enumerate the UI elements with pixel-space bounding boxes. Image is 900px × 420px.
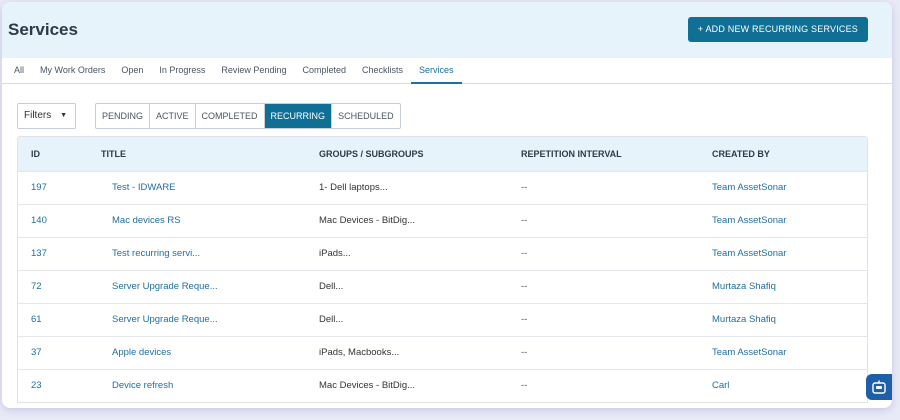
column-header-title[interactable]: TITLE bbox=[101, 137, 126, 171]
row-title-link[interactable]: Test - IDWARE bbox=[112, 172, 176, 204]
add-recurring-service-button[interactable]: + ADD NEW RECURRING SERVICES bbox=[687, 17, 868, 42]
tab-open[interactable]: Open bbox=[113, 58, 151, 83]
tab-in-progress[interactable]: In Progress bbox=[151, 58, 213, 83]
row-created-by-link[interactable]: Murtaza Shafiq bbox=[712, 304, 776, 336]
chat-bot-icon bbox=[872, 380, 886, 394]
table-row[interactable]: 61 Server Upgrade Reque... Dell... -- Murtaz… bbox=[18, 303, 867, 336]
row-title-link[interactable]: Mac devices RS bbox=[112, 205, 181, 237]
table-row[interactable]: 137 Test recurring servi... iPads... -- Team… bbox=[18, 237, 867, 270]
row-title-link[interactable]: Apple devices bbox=[112, 337, 171, 369]
segment-pending[interactable]: PENDING bbox=[96, 104, 151, 128]
row-created-by-link[interactable]: Team AssetSonar bbox=[712, 238, 786, 270]
page-header: Services + ADD NEW RECURRING SERVICES bbox=[2, 2, 892, 58]
row-created-by-link[interactable]: Murtaza Shafiq bbox=[712, 271, 776, 303]
row-repetition-interval: -- bbox=[521, 215, 528, 226]
table-row[interactable]: 140 Mac devices RS Mac Devices - BitDig...… bbox=[18, 204, 867, 237]
row-created-by-link[interactable]: Carl bbox=[712, 370, 729, 402]
tab-my-work-orders[interactable]: My Work Orders bbox=[32, 58, 113, 83]
page-title: Services bbox=[8, 20, 78, 39]
tab-checklists[interactable]: Checklists bbox=[354, 58, 411, 83]
tab-review-pending[interactable]: Review Pending bbox=[213, 58, 294, 83]
row-id-link[interactable]: 197 bbox=[31, 172, 47, 204]
row-groups: 1- Dell laptops... bbox=[319, 182, 388, 193]
row-groups: Dell... bbox=[319, 281, 344, 292]
row-id-link[interactable]: 72 bbox=[31, 271, 42, 303]
row-repetition-interval: -- bbox=[521, 281, 528, 292]
row-repetition-interval: -- bbox=[521, 182, 528, 193]
column-header-repetition[interactable]: REPETITION INTERVAL bbox=[521, 137, 622, 171]
tab-services[interactable]: Services bbox=[411, 58, 462, 84]
segment-active[interactable]: ACTIVE bbox=[150, 104, 196, 128]
row-title-link[interactable]: Test recurring servi... bbox=[112, 238, 200, 270]
row-created-by-link[interactable]: Team AssetSonar bbox=[712, 172, 786, 204]
row-created-by-link[interactable]: Team AssetSonar bbox=[712, 205, 786, 237]
filters-dropdown[interactable]: Filters ▼ bbox=[17, 103, 76, 129]
row-id-link[interactable]: 23 bbox=[31, 370, 42, 402]
row-id-link[interactable]: 137 bbox=[31, 238, 47, 270]
row-id-link[interactable]: 37 bbox=[31, 337, 42, 369]
caret-down-icon: ▼ bbox=[60, 112, 67, 119]
column-header-groups[interactable]: GROUPS / SUBGROUPS bbox=[319, 137, 424, 171]
row-created-by-link[interactable]: Team AssetSonar bbox=[712, 337, 786, 369]
table-header: ID TITLE GROUPS / SUBGROUPS REPETITION I… bbox=[18, 137, 867, 171]
segment-recurring[interactable]: RECURRING bbox=[264, 104, 333, 128]
table-row[interactable]: 197 Test - IDWARE 1- Dell laptops... -- Team… bbox=[18, 171, 867, 204]
row-groups: iPads... bbox=[319, 248, 351, 259]
chat-bot-button[interactable] bbox=[866, 374, 892, 400]
row-repetition-interval: -- bbox=[521, 347, 528, 358]
row-title-link[interactable]: Device refresh bbox=[112, 370, 173, 402]
table-row[interactable]: 23 Device refresh Mac Devices - BitDig... -… bbox=[18, 369, 867, 402]
table-row[interactable]: 37 Apple devices iPads, Macbooks... -- Team … bbox=[18, 336, 867, 369]
row-groups: Dell... bbox=[319, 314, 344, 325]
work-order-tabs: All My Work Orders Open In Progress Revi… bbox=[2, 58, 892, 84]
row-groups: Mac Devices - BitDig... bbox=[319, 380, 416, 391]
segment-completed[interactable]: COMPLETED bbox=[196, 104, 265, 128]
row-id-link[interactable]: 140 bbox=[31, 205, 47, 237]
row-repetition-interval: -- bbox=[521, 248, 528, 259]
tab-all[interactable]: All bbox=[6, 58, 32, 83]
row-id-link[interactable]: 61 bbox=[31, 304, 42, 336]
row-groups: iPads, Macbooks... bbox=[319, 347, 400, 358]
segment-scheduled[interactable]: SCHEDULED bbox=[332, 104, 400, 128]
row-title-link[interactable]: Server Upgrade Reque... bbox=[112, 304, 218, 336]
services-panel: Services + ADD NEW RECURRING SERVICES Al… bbox=[2, 2, 892, 408]
services-table: ID TITLE GROUPS / SUBGROUPS REPETITION I… bbox=[17, 136, 868, 403]
column-header-created-by[interactable]: CREATED BY bbox=[712, 137, 770, 171]
row-repetition-interval: -- bbox=[521, 380, 528, 391]
row-title-link[interactable]: Server Upgrade Reque... bbox=[112, 271, 218, 303]
table-row[interactable]: 72 Server Upgrade Reque... Dell... -- Murtaz… bbox=[18, 270, 867, 303]
tab-completed[interactable]: Completed bbox=[294, 58, 354, 83]
table-body: 197 Test - IDWARE 1- Dell laptops... -- Team… bbox=[18, 171, 867, 402]
row-repetition-interval: -- bbox=[521, 314, 528, 325]
row-groups: Mac Devices - BitDig... bbox=[319, 215, 416, 226]
filters-label: Filters bbox=[24, 110, 52, 121]
column-header-id[interactable]: ID bbox=[31, 137, 40, 171]
status-segmented-control: PENDING ACTIVE COMPLETED RECURRING SCHED… bbox=[95, 103, 401, 129]
